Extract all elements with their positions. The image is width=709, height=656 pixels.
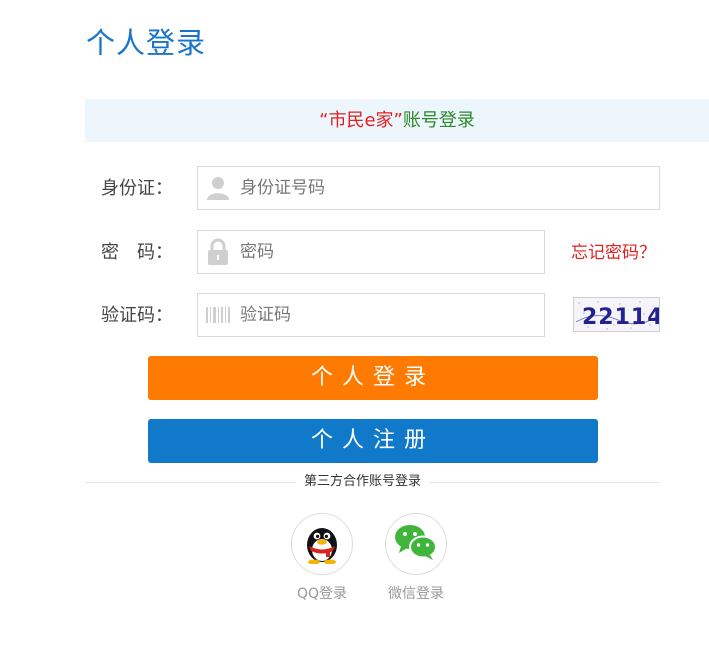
id-label: 身份证： <box>101 178 173 199</box>
captcha-label: 验证码： <box>101 305 173 326</box>
id-input[interactable] <box>238 168 659 208</box>
captcha-text: 22114 <box>582 305 660 330</box>
barcode-icon <box>198 294 238 336</box>
password-input[interactable] <box>238 232 544 272</box>
captcha-field[interactable] <box>197 293 545 337</box>
id-field[interactable] <box>197 166 660 210</box>
wechat-button[interactable] <box>385 513 447 575</box>
wechat-login-label[interactable]: 微信登录 <box>374 583 458 603</box>
forgot-password-link[interactable]: 忘记密码？ <box>571 241 656 265</box>
wechat-bubbles-icon <box>393 522 439 566</box>
qq-login[interactable]: QQ登录 <box>290 513 354 603</box>
qq-login-label[interactable]: QQ登录 <box>280 583 364 603</box>
register-button[interactable]: 个人注册 <box>148 419 598 463</box>
wechat-login[interactable]: 微信登录 <box>384 513 448 603</box>
banner-suffix: 账号登录 <box>402 110 475 131</box>
login-type-banner: “市民e家”账号登录 <box>85 99 709 142</box>
qq-penguin-icon <box>302 520 342 568</box>
password-field[interactable] <box>197 230 545 274</box>
user-icon <box>198 167 238 209</box>
login-button[interactable]: 个人登录 <box>148 356 598 400</box>
lock-icon <box>198 231 238 273</box>
page-title: 个人登录 <box>86 26 207 60</box>
captcha-input[interactable] <box>238 295 544 335</box>
password-label: 密 码： <box>101 242 173 263</box>
captcha-image[interactable]: 22114 <box>573 297 660 332</box>
third-party-title: 第三方合作账号登录 <box>296 472 430 492</box>
banner-brand: “市民e家” <box>319 110 403 131</box>
qq-button[interactable] <box>291 513 353 575</box>
